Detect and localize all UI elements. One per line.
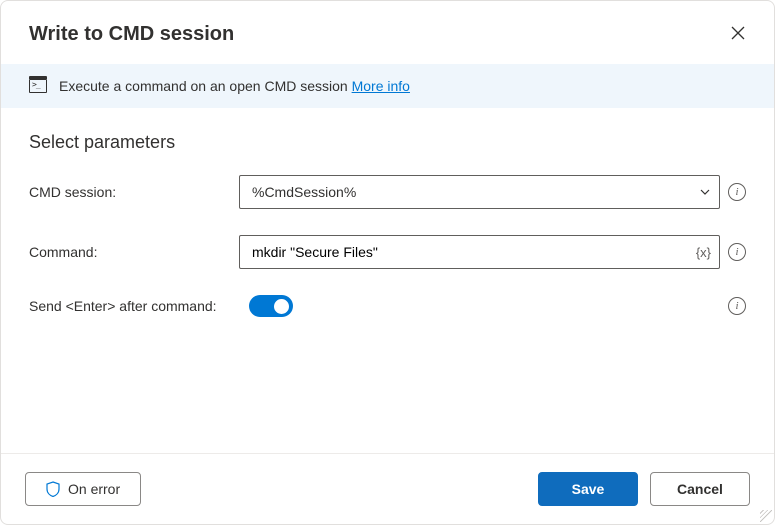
command-help-icon[interactable]: i bbox=[728, 243, 746, 261]
dialog-body: Select parameters CMD session: %CmdSessi… bbox=[1, 108, 774, 453]
save-label: Save bbox=[572, 481, 605, 497]
on-error-button[interactable]: On error bbox=[25, 472, 141, 506]
send-enter-label: Send <Enter> after command: bbox=[29, 298, 239, 314]
dialog: Write to CMD session Execute a command o… bbox=[0, 0, 775, 525]
close-icon bbox=[730, 25, 746, 41]
dialog-title: Write to CMD session bbox=[29, 23, 234, 46]
cancel-label: Cancel bbox=[677, 481, 723, 497]
more-info-link[interactable]: More info bbox=[352, 78, 410, 94]
field-cmd-session: CMD session: %CmdSession% i bbox=[29, 175, 746, 209]
field-send-enter: Send <Enter> after command: i bbox=[29, 295, 746, 317]
close-button[interactable] bbox=[726, 21, 750, 48]
variable-picker-icon[interactable]: {x} bbox=[694, 245, 713, 260]
section-title: Select parameters bbox=[29, 132, 746, 153]
chevron-down-icon bbox=[699, 186, 711, 198]
cancel-button[interactable]: Cancel bbox=[650, 472, 750, 506]
dialog-footer: On error Save Cancel bbox=[1, 453, 774, 524]
info-banner: Execute a command on an open CMD session… bbox=[1, 64, 774, 108]
cmd-session-dropdown[interactable]: %CmdSession% bbox=[239, 175, 720, 209]
shield-icon bbox=[46, 481, 60, 497]
resize-grip[interactable] bbox=[760, 510, 772, 522]
cmd-icon bbox=[29, 79, 47, 93]
banner-text: Execute a command on an open CMD session… bbox=[59, 78, 410, 94]
command-input-wrap: {x} bbox=[239, 235, 720, 269]
send-enter-help-icon[interactable]: i bbox=[728, 297, 746, 315]
cmd-session-label: CMD session: bbox=[29, 184, 229, 200]
command-input[interactable] bbox=[252, 244, 694, 260]
save-button[interactable]: Save bbox=[538, 472, 638, 506]
dialog-header: Write to CMD session bbox=[1, 1, 774, 64]
send-enter-toggle[interactable] bbox=[249, 295, 293, 317]
cmd-session-help-icon[interactable]: i bbox=[728, 183, 746, 201]
banner-message: Execute a command on an open CMD session bbox=[59, 78, 352, 94]
field-command: Command: {x} i bbox=[29, 235, 746, 269]
on-error-label: On error bbox=[68, 481, 120, 497]
command-label: Command: bbox=[29, 244, 229, 260]
cmd-session-value: %CmdSession% bbox=[252, 184, 356, 200]
